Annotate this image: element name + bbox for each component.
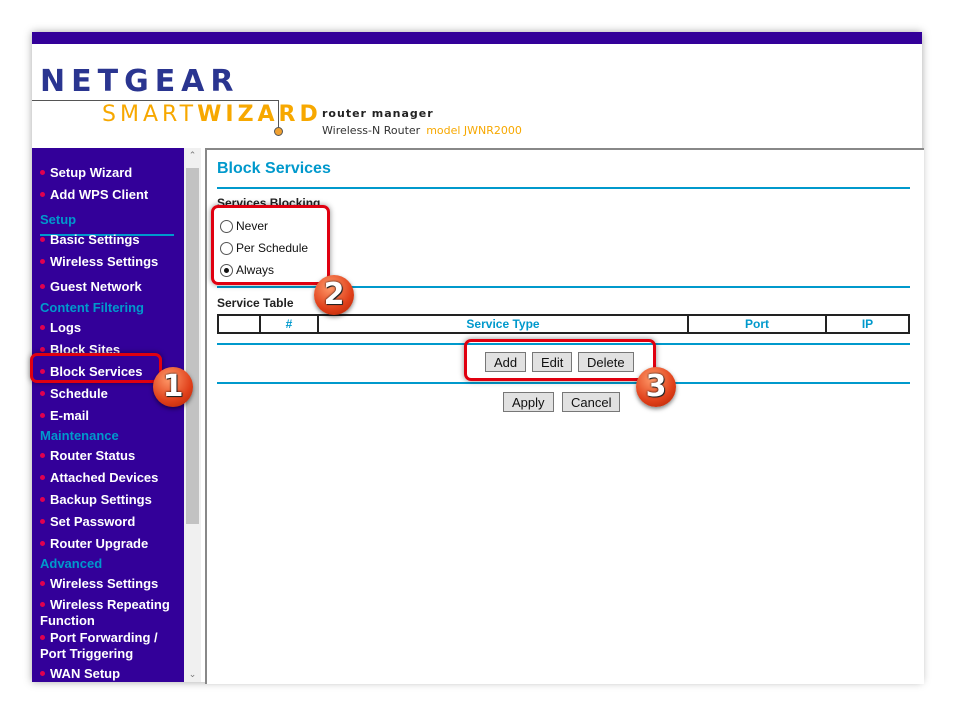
sidebar-menu: Setup Wizard Add WPS Client Setup Basic Set… bbox=[32, 148, 184, 682]
router-manager-label: router manager bbox=[322, 107, 434, 120]
service-table-label: Service Table bbox=[217, 296, 294, 310]
sidebar-heading: Setup bbox=[40, 212, 77, 227]
divider bbox=[217, 382, 910, 384]
highlight-box-1 bbox=[30, 353, 162, 383]
sidebar-item[interactable]: Port Forwarding / Port Triggering bbox=[40, 630, 172, 662]
product-label: Wireless-N Router model JWNR2000 bbox=[322, 124, 522, 137]
sidebar-item[interactable]: Wireless Settings bbox=[40, 576, 172, 592]
sidebar-item[interactable]: Basic Settings bbox=[40, 232, 172, 248]
col-port: Port bbox=[687, 314, 827, 334]
sidebar-item[interactable]: E-mail bbox=[40, 408, 172, 424]
smartwizard-logo: SMARTWIZARD bbox=[102, 102, 322, 127]
col-select bbox=[217, 314, 261, 334]
top-bar bbox=[32, 32, 922, 44]
step-badge-2: 2 bbox=[314, 275, 354, 315]
col-number: # bbox=[259, 314, 319, 334]
sidebar-heading: Advanced bbox=[40, 556, 103, 571]
sidebar-item[interactable]: Wireless Repeating Function bbox=[40, 597, 172, 629]
sidebar-item[interactable]: Attached Devices bbox=[40, 470, 172, 486]
header: NETGEAR SMARTWIZARD router manager Wirel… bbox=[32, 44, 922, 148]
col-service-type: Service Type bbox=[317, 314, 689, 334]
step-badge-1: 1 bbox=[153, 367, 193, 407]
col-ip: IP bbox=[825, 314, 910, 334]
highlight-box-2 bbox=[211, 205, 330, 285]
services-blocking-label: Services Blocking bbox=[217, 196, 321, 205]
sidebar-item[interactable]: Router Upgrade bbox=[40, 536, 172, 552]
cancel-button[interactable]: Cancel bbox=[562, 392, 621, 412]
sidebar-item[interactable]: Router Status bbox=[40, 448, 172, 464]
step-badge-3: 3 bbox=[636, 367, 676, 407]
sidebar-item[interactable]: Wireless Settings bbox=[40, 254, 172, 270]
table-header-row: # Service Type Port IP bbox=[217, 314, 910, 334]
sidebar-scrollbar[interactable]: ⌃ ⌄ bbox=[184, 148, 201, 682]
sidebar-item[interactable]: Backup Settings bbox=[40, 492, 172, 508]
netgear-logo: NETGEAR bbox=[40, 64, 240, 99]
scroll-down-icon[interactable]: ⌄ bbox=[184, 669, 201, 680]
service-table: # Service Type Port IP bbox=[217, 314, 910, 334]
sidebar-item[interactable]: Add WPS Client bbox=[40, 187, 172, 203]
sidebar-heading: Content Filtering bbox=[40, 300, 144, 315]
highlight-box-3 bbox=[464, 339, 656, 381]
sidebar-item[interactable]: WAN Setup bbox=[40, 666, 172, 682]
apply-button[interactable]: Apply bbox=[503, 392, 554, 412]
scrollbar-thumb[interactable] bbox=[186, 168, 199, 524]
scroll-up-icon[interactable]: ⌃ bbox=[184, 150, 201, 161]
model-label: model JWNR2000 bbox=[426, 124, 522, 137]
page-title: Block Services bbox=[217, 160, 331, 177]
divider bbox=[217, 187, 910, 189]
sidebar-item[interactable]: Logs bbox=[40, 320, 172, 336]
sidebar-item[interactable]: Setup Wizard bbox=[40, 165, 172, 181]
sidebar-item[interactable]: Guest Network bbox=[40, 279, 172, 295]
sidebar-item[interactable]: Set Password bbox=[40, 514, 172, 530]
sidebar-heading: Maintenance bbox=[40, 428, 119, 443]
